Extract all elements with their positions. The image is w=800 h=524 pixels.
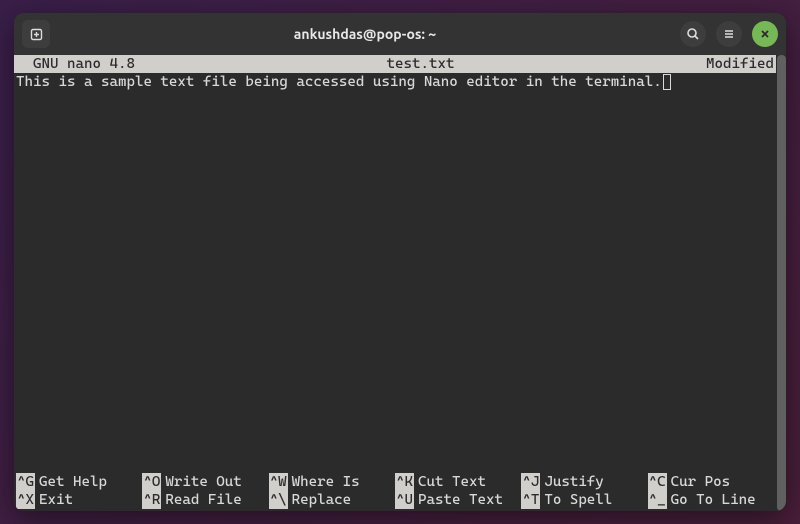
scrollbar-thumb[interactable] (777, 55, 786, 511)
window-titlebar: ankushdas@pop-os: ~ (14, 13, 786, 55)
hamburger-menu-button[interactable] (716, 21, 742, 47)
shortcut-paste-text: ^UPaste Text (395, 491, 521, 509)
shortcut-justify: ^JJustify (521, 473, 647, 491)
shortcut-go-to-line: ^_Go To Line (648, 491, 774, 509)
nano-editor-content[interactable]: This is a sample text file being accesse… (14, 73, 776, 91)
nano-status: Modified (706, 55, 774, 73)
text-cursor (663, 74, 671, 90)
nano-header-bar: GNU nano 4.8 test.txt Modified (14, 55, 776, 73)
nano-filename: test.txt (135, 55, 706, 73)
shortcut-get-help: ^GGet Help (16, 473, 142, 491)
search-button[interactable] (680, 21, 706, 47)
shortcut-replace: ^\Replace (269, 491, 395, 509)
shortcut-read-file: ^RRead File (142, 491, 268, 509)
shortcut-exit: ^XExit (16, 491, 142, 509)
nano-shortcut-bar: ^GGet Help ^OWrite Out ^WWhere Is ^KCut … (14, 473, 776, 511)
shortcut-cur-pos: ^CCur Pos (648, 473, 774, 491)
shortcut-where-is: ^WWhere Is (269, 473, 395, 491)
shortcut-to-spell: ^TTo Spell (521, 491, 647, 509)
shortcut-cut-text: ^KCut Text (395, 473, 521, 491)
new-tab-button[interactable] (22, 20, 50, 48)
file-text: This is a sample text file being accesse… (16, 74, 662, 90)
terminal-window: ankushdas@pop-os: ~ (14, 13, 786, 511)
window-title: ankushdas@pop-os: ~ (50, 26, 680, 42)
nano-version-label: GNU nano 4.8 (16, 55, 135, 73)
close-button[interactable] (752, 21, 778, 47)
vertical-scrollbar[interactable] (776, 55, 786, 511)
shortcut-write-out: ^OWrite Out (142, 473, 268, 491)
terminal-viewport[interactable]: GNU nano 4.8 test.txt Modified This is a… (14, 55, 786, 511)
